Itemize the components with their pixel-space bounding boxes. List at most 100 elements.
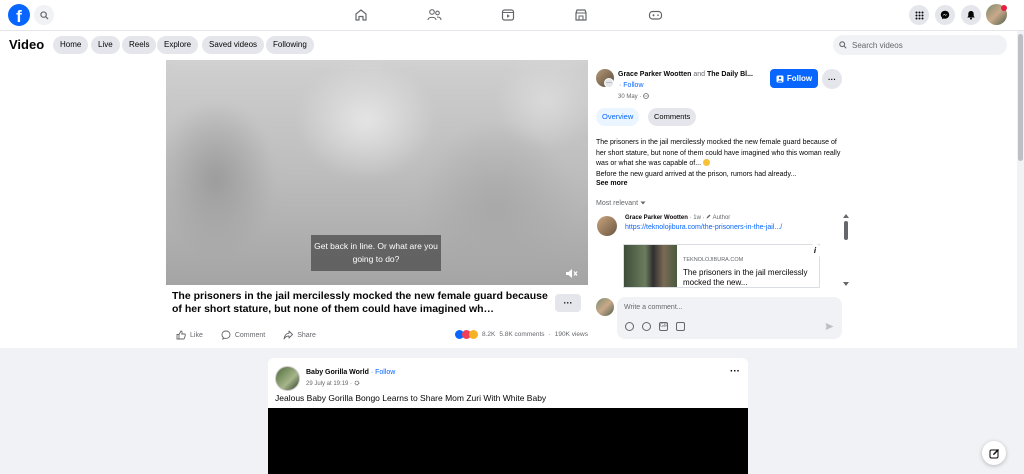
author-more-button[interactable]: ··· — [822, 69, 842, 89]
pill-reels[interactable]: Reels — [122, 36, 157, 54]
post-text: Jealous Baby Gorilla Bongo Learns to Sha… — [275, 393, 547, 403]
mute-icon — [566, 269, 578, 278]
coauthor-avatar: ··· — [604, 78, 614, 88]
page-name[interactable]: Baby Gorilla World — [306, 369, 369, 376]
video-icon — [501, 9, 515, 21]
link-preview-card[interactable]: TEKNOLOJIBURA.COM The prisoners in the j… — [623, 244, 820, 288]
view-count: 190K views — [554, 331, 588, 338]
facebook-logo[interactable]: f — [8, 4, 30, 26]
post-date: 29 July at 19:19 · — [306, 380, 360, 387]
volume-button[interactable] — [565, 266, 578, 284]
comment-tools: GIF — [625, 322, 685, 331]
search-placeholder: Search videos — [852, 40, 903, 50]
pill-following[interactable]: Following — [266, 36, 314, 54]
pencil-icon — [706, 214, 711, 219]
search-videos-input[interactable]: Search videos — [833, 35, 1007, 55]
scroll-up-arrow-icon[interactable] — [843, 214, 849, 218]
notification-badge — [1001, 5, 1007, 11]
link-title: The prisoners in the jail mercilessly mo… — [683, 268, 808, 287]
video-subtitle: Get back in line. Or what are you going … — [311, 235, 441, 271]
engagement-stats[interactable]: 8.2K 5.8K comments · 190K views — [455, 330, 588, 339]
comment-link[interactable]: https://teknolojibura.com/the-prisoners-… — [625, 223, 810, 233]
reaction-count: 8.2K — [482, 331, 496, 338]
comment-sort-dropdown[interactable]: Most relevant — [596, 200, 646, 207]
compose-icon — [989, 448, 999, 458]
video-post-title: The prisoners in the jail mercilessly mo… — [172, 290, 548, 315]
comment-placeholder: Write a comment... — [624, 304, 683, 311]
post-header: Baby Gorilla World · Follow — [306, 369, 395, 376]
bell-icon — [967, 11, 975, 20]
page-scroll-thumb[interactable] — [1018, 34, 1023, 161]
post-more-button[interactable]: ··· — [730, 366, 740, 377]
comment-meta: · 1w · — [689, 215, 705, 221]
messenger-button[interactable] — [935, 5, 955, 25]
commenter-name[interactable]: Grace Parker Wootten — [625, 215, 688, 221]
messenger-icon — [940, 10, 950, 20]
search-icon — [839, 41, 847, 49]
avatar-sticker-icon[interactable] — [625, 322, 634, 331]
page-scrollbar[interactable] — [1017, 31, 1024, 474]
tab-overview[interactable]: Overview — [596, 108, 640, 126]
date-text: 30 May · — [618, 94, 642, 100]
scroll-thumb[interactable] — [844, 221, 848, 240]
share-icon — [283, 330, 294, 340]
nav-gaming[interactable] — [647, 7, 663, 23]
see-more-link[interactable]: See more — [596, 180, 628, 187]
add-person-icon — [776, 75, 784, 82]
write-comment-input[interactable]: Write a comment... GIF — [617, 297, 842, 339]
post-description: The prisoners in the jail mercilessly mo… — [596, 138, 841, 180]
comment-button[interactable]: Comment — [221, 330, 265, 340]
like-icon — [176, 330, 186, 340]
menu-button[interactable] — [909, 5, 929, 25]
sticker-icon[interactable] — [676, 322, 685, 331]
comments-scrollbar[interactable] — [843, 214, 849, 286]
like-label: Like — [190, 331, 203, 339]
notifications-button[interactable] — [961, 5, 981, 25]
globe-icon — [643, 93, 649, 99]
search-button[interactable] — [34, 5, 54, 25]
follow-button-label: Follow — [786, 74, 813, 83]
nav-video[interactable] — [500, 7, 516, 23]
comment-icon — [221, 330, 231, 340]
info-icon[interactable]: i — [808, 244, 822, 258]
emoji-icon[interactable] — [642, 322, 651, 331]
follow-button[interactable]: Follow — [770, 69, 818, 88]
gear-icon — [354, 380, 360, 386]
follow-link[interactable]: · Follow — [371, 369, 396, 376]
sort-label: Most relevant — [596, 200, 639, 207]
pill-saved-videos[interactable]: Saved videos — [202, 36, 265, 54]
tab-comments[interactable]: Comments — [648, 108, 697, 126]
menu-grid-icon — [915, 11, 923, 19]
page-title: Video — [9, 37, 45, 52]
current-user-avatar — [596, 298, 614, 316]
pill-live[interactable]: Live — [91, 36, 120, 54]
top-navigation-bar: f — [0, 0, 1024, 31]
link-preview-thumbnail — [624, 245, 677, 287]
post-video-player[interactable] — [268, 408, 748, 474]
follow-link[interactable]: · Follow — [619, 82, 644, 89]
author-name[interactable]: Grace Parker Wootten — [618, 71, 691, 78]
friends-icon — [426, 9, 442, 21]
coauthor-name[interactable]: The Daily Bl... — [707, 71, 753, 78]
commenter-avatar[interactable] — [597, 216, 617, 236]
pill-home[interactable]: Home — [53, 36, 89, 54]
scroll-down-arrow-icon[interactable] — [843, 282, 849, 286]
author-line: Grace Parker Wootten and The Daily Bl... — [618, 71, 753, 78]
nav-friends[interactable] — [426, 7, 442, 23]
page-avatar[interactable] — [275, 366, 300, 391]
send-icon[interactable] — [825, 322, 834, 331]
chevron-down-icon — [640, 201, 646, 205]
new-message-button[interactable] — [982, 441, 1006, 465]
nav-marketplace[interactable] — [573, 7, 589, 23]
gif-icon[interactable]: GIF — [659, 322, 668, 331]
gaming-icon — [648, 10, 662, 20]
video-header-bar: Video Home Live Reels Explore Saved vide… — [0, 31, 1024, 59]
pill-explore[interactable]: Explore — [157, 36, 199, 54]
author-badge: Author — [712, 215, 731, 221]
nav-home[interactable] — [353, 7, 369, 23]
description-part-2: Before the new guard arrived at the pris… — [596, 170, 797, 178]
comment-header: Grace Parker Wootten · 1w · Author — [625, 214, 730, 221]
more-options-button[interactable]: ··· — [555, 294, 581, 312]
share-button[interactable]: Share — [283, 330, 316, 340]
like-button[interactable]: Like — [176, 330, 203, 340]
